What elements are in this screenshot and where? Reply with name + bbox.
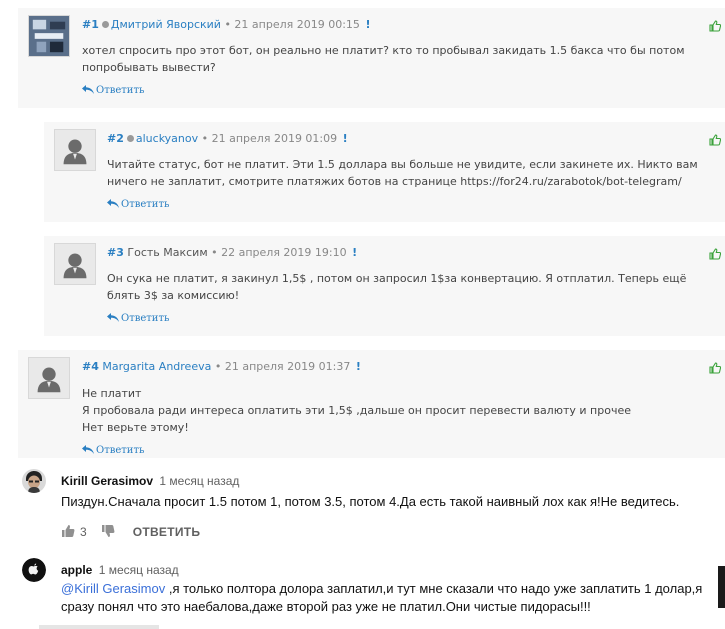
comment-text: Читайте статус, бот не платит. Эти 1.5 д… xyxy=(107,156,717,190)
comment-line: Я пробовала ради интереса оплатить эти 1… xyxy=(82,404,631,417)
avatar[interactable] xyxy=(22,558,46,582)
comment-author[interactable]: Дмитрий Яворский xyxy=(111,18,221,31)
report-icon[interactable]: ! xyxy=(343,132,348,145)
comment-text: @Kirill Gerasimov ,я только полтора доло… xyxy=(61,580,711,616)
avatar[interactable] xyxy=(54,129,96,171)
apple-logo-icon xyxy=(22,558,46,582)
status-dot-icon xyxy=(126,135,134,142)
reply-link[interactable]: Ответить xyxy=(107,313,169,324)
report-icon[interactable]: ! xyxy=(352,246,357,259)
default-avatar-icon xyxy=(55,244,95,284)
reply-link[interactable]: Ответить xyxy=(82,85,144,96)
avatar[interactable] xyxy=(54,243,96,285)
comment-text: Он сука не платит, я закинул 1,5$ , пото… xyxy=(107,270,717,304)
avatar[interactable] xyxy=(28,357,70,399)
mention-link[interactable]: @Kirill Gerasimov xyxy=(61,581,165,596)
comment-author[interactable]: Margarita Andreeva xyxy=(102,360,211,373)
reply-arrow-icon xyxy=(107,199,119,208)
comment-time[interactable]: 1 месяц назад xyxy=(99,563,179,577)
thumbs-up-icon[interactable] xyxy=(709,248,721,260)
reply-arrow-icon xyxy=(107,313,119,322)
comment-number[interactable]: #1 xyxy=(82,18,99,31)
comment-date: • 21 апреля 2019 00:15 xyxy=(224,18,360,31)
comment-meta: #1 Дмитрий Яворский • 21 апреля 2019 00:1… xyxy=(82,18,370,31)
comment-text: Не платит Я пробовала ради интереса опла… xyxy=(82,385,702,436)
edge-element xyxy=(718,566,725,608)
reply-button[interactable]: ОТВЕТИТЬ xyxy=(133,525,201,539)
comment-meta: #3 Гость Максим • 22 апреля 2019 19:10 ! xyxy=(107,246,357,259)
comment-author[interactable]: Kirill Gerasimov xyxy=(61,474,153,488)
report-icon[interactable]: ! xyxy=(365,18,370,31)
comment-author[interactable]: aluckyanov xyxy=(136,132,198,145)
comment-line: Он сука не платит, я закинул 1,5$ , пото… xyxy=(107,272,687,302)
reply-label: Ответить xyxy=(96,445,145,456)
comment-line: Нет верьте этому! xyxy=(82,421,189,434)
comment-author: Гость Максим xyxy=(127,246,208,259)
comment-4: #4 Margarita Andreeva • 21 апреля 2019 0… xyxy=(18,350,725,458)
thumbs-up-icon[interactable] xyxy=(709,362,721,374)
thumbs-up-icon[interactable] xyxy=(709,20,721,32)
avatar[interactable] xyxy=(28,15,70,57)
thumbs-up-icon[interactable] xyxy=(61,524,75,538)
comment-time[interactable]: 1 месяц назад xyxy=(159,474,239,488)
like-count: 3 xyxy=(80,525,87,539)
comment-3: #3 Гость Максим • 22 апреля 2019 19:10 !… xyxy=(44,236,725,336)
yt-comment-header: Kirill Gerasimov 1 месяц назад xyxy=(61,474,239,488)
reply-arrow-icon xyxy=(82,85,94,94)
comment-date: • 22 апреля 2019 19:10 xyxy=(211,246,347,259)
comment-text: хотел спросить про этот бот, он реально … xyxy=(82,42,722,76)
reply-label: Ответить xyxy=(121,199,170,210)
thumbs-down-icon[interactable] xyxy=(101,524,115,538)
cropped-actions-row xyxy=(39,625,159,629)
yt-comment-header: apple 1 месяц назад xyxy=(61,563,179,577)
status-dot-icon xyxy=(101,21,109,28)
comment-number[interactable]: #2 xyxy=(107,132,124,145)
comment-meta: #4 Margarita Andreeva • 21 апреля 2019 0… xyxy=(82,360,361,373)
reply-label: Ответить xyxy=(121,313,170,324)
comment-line: хотел спросить про этот бот, он реально … xyxy=(82,44,685,74)
comment-number[interactable]: #3 xyxy=(107,246,124,259)
comment-meta: #2 aluckyanov • 21 апреля 2019 01:09 ! xyxy=(107,132,348,145)
comment-text: Пиздун.Сначала просит 1.5 потом 1, потом… xyxy=(61,494,680,509)
avatar[interactable] xyxy=(22,469,46,493)
comment-1: #1 Дмитрий Яворский • 21 апреля 2019 00:1… xyxy=(18,8,725,108)
comment-number[interactable]: #4 xyxy=(82,360,99,373)
comment-date: • 21 апреля 2019 01:37 xyxy=(214,360,351,373)
default-avatar-icon xyxy=(55,130,95,170)
comment-line: Читайте статус, бот не платит. Эти 1.5 д… xyxy=(107,158,698,188)
reply-label: Ответить xyxy=(96,85,145,96)
comment-date: • 21 апреля 2019 01:09 xyxy=(201,132,338,145)
user-avatar-image xyxy=(29,16,69,56)
comment-author[interactable]: apple xyxy=(61,563,92,577)
thumbs-up-icon[interactable] xyxy=(709,134,721,146)
report-icon[interactable]: ! xyxy=(356,360,361,373)
reply-arrow-icon xyxy=(82,445,94,454)
reply-link[interactable]: Ответить xyxy=(82,445,144,456)
user-avatar-image xyxy=(22,469,46,493)
comment-actions: 3 ОТВЕТИТЬ xyxy=(61,524,200,539)
default-avatar-icon xyxy=(29,358,69,398)
comment-line: Не платит xyxy=(82,387,142,400)
comment-2: #2 aluckyanov • 21 апреля 2019 01:09 ! Чи… xyxy=(44,122,725,222)
reply-link[interactable]: Ответить xyxy=(107,199,169,210)
